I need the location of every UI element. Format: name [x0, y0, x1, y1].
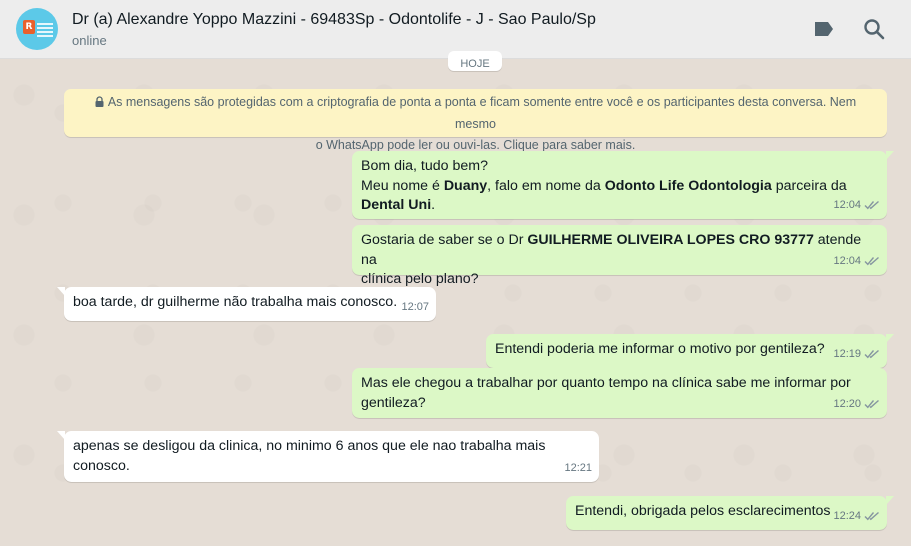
- read-ticks-icon: [864, 201, 879, 210]
- message-time: 12:21: [564, 461, 592, 474]
- message-time: 12:24: [833, 509, 861, 522]
- message-time: 12:19: [833, 347, 861, 360]
- message-time: 12:20: [833, 397, 861, 410]
- search-icon[interactable]: [861, 16, 887, 42]
- label-icon[interactable]: [811, 16, 837, 42]
- encryption-notice[interactable]: As mensagens são protegidas com a cripto…: [64, 89, 887, 152]
- message-time: 12:04: [833, 254, 861, 267]
- message-list[interactable]: HOJE As mensagens são protegidas com a c…: [0, 51, 911, 546]
- sender-name: Duany: [443, 177, 488, 194]
- date-chip: HOJE: [448, 51, 502, 71]
- message-meta: 12:07: [401, 298, 429, 318]
- message-outgoing[interactable]: Bom dia, tudo bem? Meu nome é Duany, fal…: [352, 151, 894, 219]
- message-text: boa tarde, dr guilherme não trabalha mai…: [73, 294, 398, 310]
- avatar-logo-mark: R: [23, 20, 35, 34]
- message-meta: 12:21: [564, 459, 592, 479]
- encryption-text-line1: As mensagens são protegidas com a cripto…: [107, 95, 857, 131]
- message-outgoing[interactable]: Entendi poderia me informar o motivo por…: [486, 334, 894, 368]
- lock-icon: [95, 93, 104, 114]
- contact-name: Dr (a) Alexandre Yoppo Mazzini - 69483Sp…: [72, 10, 596, 28]
- message-incoming[interactable]: apenas se desligou da clinica, no minimo…: [57, 431, 599, 482]
- message-meta: 12:04: [833, 196, 880, 216]
- message-meta: 12:19: [833, 345, 880, 365]
- message-time: 12:04: [833, 198, 861, 211]
- read-ticks-icon: [864, 400, 879, 409]
- message-meta: 12:24: [833, 507, 880, 527]
- message-text: Mas ele chegou a trabalhar por quanto te…: [361, 375, 851, 391]
- doctor-name: GUILHERME OLIVEIRA LOPES CRO 93777: [527, 232, 814, 248]
- message-text: Entendi poderia me informar o motivo por…: [495, 341, 825, 357]
- read-ticks-icon: [864, 257, 879, 266]
- message-outgoing[interactable]: Entendi, obrigada pelos esclarecimentos …: [566, 496, 894, 530]
- message-text: Bom dia, tudo bem?: [361, 158, 488, 174]
- partner-name: Dental Uni: [361, 197, 432, 213]
- contact-status: online: [72, 32, 107, 48]
- message-meta: 12:04: [833, 252, 880, 272]
- avatar-logo-lines: [37, 23, 53, 39]
- contact-avatar[interactable]: R: [16, 8, 58, 50]
- message-outgoing[interactable]: Gostaria de saber se o Dr GUILHERME OLIV…: [352, 225, 887, 287]
- message-incoming[interactable]: boa tarde, dr guilherme não trabalha mai…: [57, 287, 436, 321]
- message-text: apenas se desligou da clinica, no minimo…: [73, 438, 546, 454]
- message-text: Entendi, obrigada pelos esclarecimentos: [575, 503, 831, 519]
- contact-info[interactable]: Dr (a) Alexandre Yoppo Mazzini - 69483Sp…: [72, 10, 596, 49]
- read-ticks-icon: [864, 350, 879, 359]
- read-ticks-icon: [864, 512, 879, 521]
- message-outgoing[interactable]: Mas ele chegou a trabalhar por quanto te…: [352, 368, 887, 418]
- encryption-text-line2: o WhatsApp pode ler ou ouvi-las. Clique …: [315, 138, 636, 152]
- message-time: 12:07: [401, 300, 429, 313]
- message-meta: 12:20: [833, 395, 880, 415]
- company-name: Odonto Life Odontologia: [604, 177, 772, 194]
- header-actions: [811, 16, 887, 42]
